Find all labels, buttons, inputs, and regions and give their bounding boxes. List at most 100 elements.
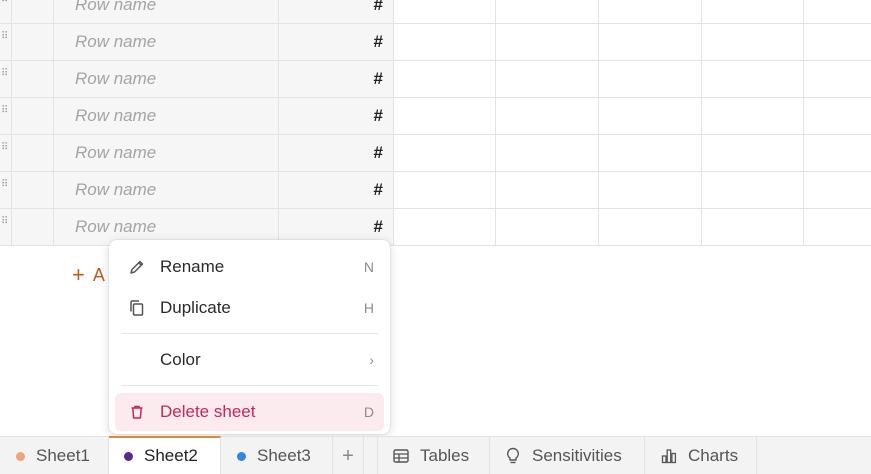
data-cell[interactable] bbox=[496, 24, 599, 60]
sheet-color-dot bbox=[16, 451, 25, 461]
data-cell[interactable] bbox=[599, 135, 702, 171]
grip-icon: ⠿ bbox=[1, 142, 10, 153]
duplicate-menu-item[interactable]: Duplicate H bbox=[115, 289, 384, 327]
row-type-cell[interactable]: # bbox=[279, 0, 394, 23]
data-cell[interactable] bbox=[702, 135, 804, 171]
data-cell[interactable] bbox=[496, 61, 599, 97]
data-cell[interactable] bbox=[599, 172, 702, 208]
tab-label: Sheet2 bbox=[144, 446, 198, 465]
tab-sheet3[interactable]: Sheet3 bbox=[221, 437, 333, 474]
table-row: ⠿ Row name # bbox=[0, 61, 871, 98]
number-type-icon: # bbox=[373, 180, 383, 199]
data-cell[interactable] bbox=[496, 172, 599, 208]
number-type-icon: # bbox=[373, 69, 383, 88]
data-cell[interactable] bbox=[394, 24, 496, 60]
row-type-cell[interactable]: # bbox=[279, 24, 394, 60]
tab-tables[interactable]: Tables bbox=[377, 437, 490, 474]
tab-label: Charts bbox=[688, 446, 739, 465]
grip-icon: ⠿ bbox=[1, 105, 10, 116]
row-drag-handle[interactable]: ⠿ bbox=[0, 98, 12, 134]
row-gutter bbox=[12, 172, 54, 208]
row-name-cell[interactable]: Row name bbox=[54, 172, 279, 208]
row-type-cell[interactable]: # bbox=[279, 98, 394, 134]
data-cell[interactable] bbox=[702, 172, 804, 208]
data-cell[interactable] bbox=[804, 98, 871, 134]
row-name-cell[interactable]: Row name bbox=[54, 135, 279, 171]
data-cell[interactable] bbox=[702, 209, 804, 245]
data-cell[interactable] bbox=[599, 0, 702, 23]
lightbulb-icon bbox=[504, 447, 522, 465]
row-type-cell[interactable]: # bbox=[279, 61, 394, 97]
data-cell[interactable] bbox=[394, 172, 496, 208]
data-cell[interactable] bbox=[394, 0, 496, 23]
data-cell[interactable] bbox=[804, 209, 871, 245]
row-name-cell[interactable]: Row name bbox=[54, 24, 279, 60]
data-cell[interactable] bbox=[496, 0, 599, 23]
plus-icon: + bbox=[72, 262, 85, 287]
grip-icon: ⠿ bbox=[1, 179, 10, 190]
data-cell[interactable] bbox=[496, 135, 599, 171]
data-cell[interactable] bbox=[702, 0, 804, 23]
delete-sheet-menu-item[interactable]: Delete sheet D bbox=[115, 393, 384, 431]
data-cell[interactable] bbox=[599, 209, 702, 245]
row-name-placeholder: Row name bbox=[75, 217, 157, 236]
row-gutter bbox=[12, 0, 54, 23]
data-cell[interactable] bbox=[599, 61, 702, 97]
color-menu-item[interactable]: Color › bbox=[115, 341, 384, 379]
number-type-icon: # bbox=[373, 143, 383, 162]
row-name-placeholder: Row name bbox=[75, 32, 157, 51]
delete-sheet-shortcut: D bbox=[363, 404, 374, 420]
row-drag-handle[interactable]: ⠿ bbox=[0, 172, 12, 208]
data-cell[interactable] bbox=[702, 98, 804, 134]
sheet-tab-bar: Sheet1 Sheet2 Sheet3 + Tables Sensitivit… bbox=[0, 436, 871, 474]
tab-sheet2[interactable]: Sheet2 bbox=[109, 436, 221, 474]
add-row-label: A bbox=[92, 264, 105, 285]
trash-icon bbox=[128, 403, 146, 421]
row-name-placeholder: Row name bbox=[75, 180, 157, 199]
row-drag-handle[interactable]: ⠿ bbox=[0, 24, 12, 60]
row-drag-handle[interactable]: ⠿ bbox=[0, 61, 12, 97]
data-cell[interactable] bbox=[804, 61, 871, 97]
data-cell[interactable] bbox=[804, 0, 871, 23]
row-name-cell[interactable]: Row name bbox=[54, 61, 279, 97]
data-cell[interactable] bbox=[804, 172, 871, 208]
number-type-icon: # bbox=[373, 0, 383, 14]
row-name-placeholder: Row name bbox=[75, 143, 157, 162]
table-row: ⠿ Row name # bbox=[0, 0, 871, 24]
sheet-grid: ⠿ Row name # ⠿ Row name # ⠿ Row name # ⠿… bbox=[0, 0, 871, 248]
chevron-right-icon: › bbox=[369, 352, 374, 368]
tab-label: Sensitivities bbox=[532, 446, 622, 465]
data-cell[interactable] bbox=[394, 209, 496, 245]
tab-sheet1[interactable]: Sheet1 bbox=[0, 437, 109, 474]
data-cell[interactable] bbox=[804, 24, 871, 60]
data-cell[interactable] bbox=[394, 135, 496, 171]
table-row: ⠿ Row name # bbox=[0, 98, 871, 135]
row-drag-handle[interactable]: ⠿ bbox=[0, 209, 12, 245]
data-cell[interactable] bbox=[804, 135, 871, 171]
duplicate-label: Duplicate bbox=[160, 298, 231, 317]
tab-sensitivities[interactable]: Sensitivities bbox=[490, 437, 645, 474]
data-cell[interactable] bbox=[702, 24, 804, 60]
data-cell[interactable] bbox=[394, 61, 496, 97]
tab-charts[interactable]: Charts bbox=[645, 437, 757, 474]
data-cell[interactable] bbox=[702, 61, 804, 97]
row-name-cell[interactable]: Row name bbox=[54, 98, 279, 134]
row-drag-handle[interactable]: ⠿ bbox=[0, 135, 12, 171]
data-cell[interactable] bbox=[394, 98, 496, 134]
row-name-cell[interactable]: Row name bbox=[54, 0, 279, 23]
row-type-cell[interactable]: # bbox=[279, 172, 394, 208]
row-gutter bbox=[12, 135, 54, 171]
menu-divider bbox=[121, 333, 378, 334]
row-type-cell[interactable]: # bbox=[279, 135, 394, 171]
data-cell[interactable] bbox=[599, 98, 702, 134]
number-type-icon: # bbox=[373, 32, 383, 51]
data-cell[interactable] bbox=[496, 98, 599, 134]
delete-sheet-label: Delete sheet bbox=[160, 402, 256, 421]
row-drag-handle[interactable]: ⠿ bbox=[0, 0, 12, 23]
grip-icon: ⠿ bbox=[1, 0, 11, 13]
rename-menu-item[interactable]: Rename N bbox=[115, 248, 384, 286]
add-row-button[interactable]: + A bbox=[72, 262, 105, 288]
data-cell[interactable] bbox=[496, 209, 599, 245]
add-sheet-button[interactable]: + bbox=[333, 437, 364, 474]
data-cell[interactable] bbox=[599, 24, 702, 60]
